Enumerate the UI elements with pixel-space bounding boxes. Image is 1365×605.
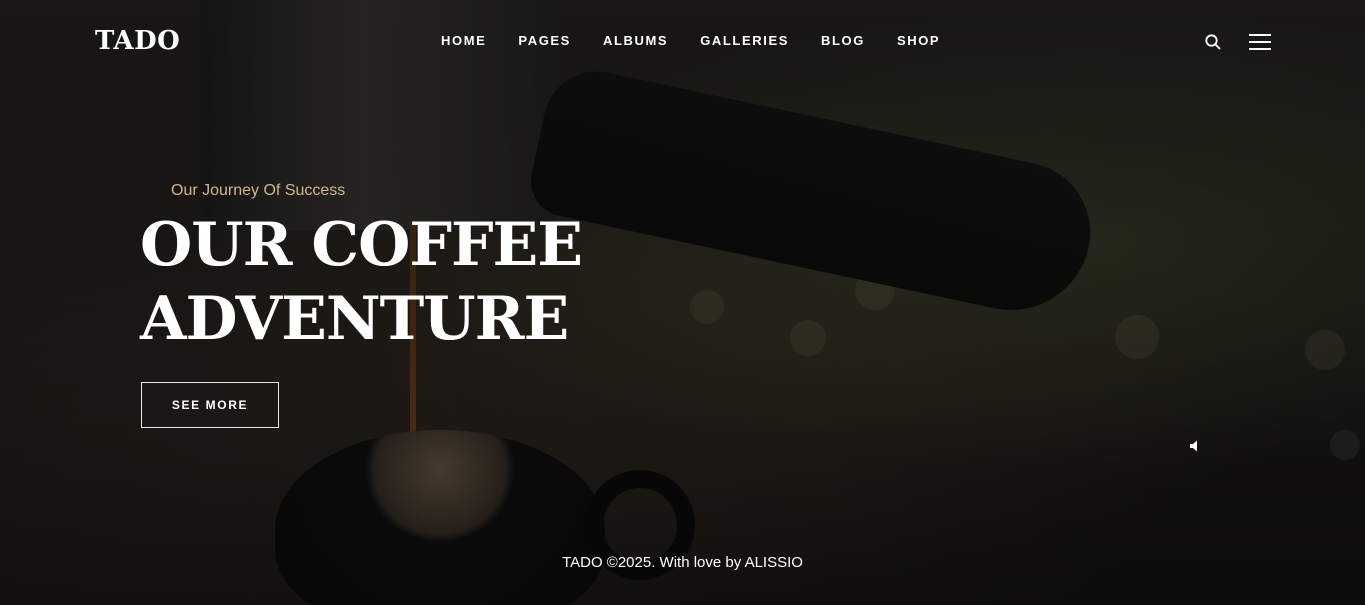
nav-item-pages: PAGES: [518, 33, 571, 49]
main-nav: HOME PAGES ALBUMS GALLERIES BLOG SHOP: [441, 33, 940, 49]
hero-headline: OUR COFFEE ADVENTURE: [140, 208, 583, 356]
nav-item-albums: ALBUMS: [603, 33, 668, 49]
nav-link-blog[interactable]: BLOG: [821, 33, 865, 49]
nav-item-galleries: GALLERIES: [700, 33, 789, 49]
nav-item-home: HOME: [441, 33, 486, 49]
site-logo[interactable]: TADO: [95, 26, 180, 56]
hero-section: TADO HOME PAGES ALBUMS GALLERIES BLOG SH…: [0, 0, 1365, 605]
nav-link-home[interactable]: HOME: [441, 33, 486, 49]
menu-bar: [1249, 41, 1271, 43]
menu-bar: [1249, 48, 1271, 50]
nav-link-albums[interactable]: ALBUMS: [603, 33, 668, 49]
hero-headline-line-2: ADVENTURE: [140, 284, 569, 354]
search-icon[interactable]: [1204, 33, 1222, 51]
menu-bar: [1249, 34, 1271, 36]
see-more-button[interactable]: SEE MORE: [141, 382, 279, 428]
hamburger-menu-icon[interactable]: [1249, 34, 1271, 50]
hero-headline-line-1: OUR COFFEE: [140, 210, 583, 280]
nav-link-shop[interactable]: SHOP: [897, 33, 940, 49]
nav-item-blog: BLOG: [821, 33, 865, 49]
speaker-icon-graphic: [1190, 440, 1197, 452]
search-icon-graphic: [1205, 34, 1221, 50]
nav-item-shop: SHOP: [897, 33, 940, 49]
footer-copyright: TADO ©2025. With love by ALISSIO: [562, 554, 803, 571]
nav-link-galleries[interactable]: GALLERIES: [700, 33, 789, 49]
nav-link-pages[interactable]: PAGES: [518, 33, 571, 49]
speaker-mute-icon[interactable]: [1189, 438, 1201, 452]
hero-eyebrow: Our Journey Of Success: [171, 182, 346, 199]
